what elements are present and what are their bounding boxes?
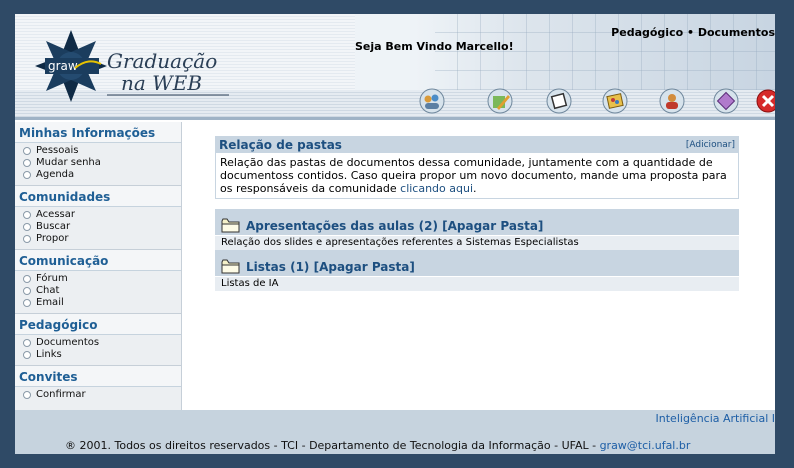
- palette-icon[interactable]: [602, 88, 628, 114]
- header-divider: [15, 117, 775, 120]
- contact-email-link[interactable]: graw@tci.ufal.br: [600, 439, 691, 452]
- sidebar-section-title: Comunicação: [15, 250, 181, 271]
- sidebar-item-label: Agenda: [36, 169, 75, 180]
- sidebar: Minhas Informações Pessoais Mudar senha …: [15, 122, 182, 410]
- sidebar-item-label: Links: [36, 349, 62, 360]
- sidebar-item-acessar[interactable]: Acessar: [23, 209, 181, 221]
- add-folder-link[interactable]: [Adicionar]: [686, 140, 735, 150]
- radio-bullet-icon: [23, 171, 31, 179]
- sidebar-item-label: Chat: [36, 285, 60, 296]
- folder-count: (1): [290, 260, 310, 274]
- copyright: ® 2001. Todos os direitos reservados - T…: [65, 439, 690, 452]
- radio-bullet-icon: [23, 391, 31, 399]
- folder-row[interactable]: Listas (1) [Apagar Pasta]: [215, 250, 739, 276]
- logo[interactable]: graw Graduação na WEB: [29, 24, 239, 104]
- folder-icon: [221, 218, 240, 233]
- logo-text-bottom: na WEB: [121, 71, 202, 95]
- sidebar-item-label: Mudar senha: [36, 157, 101, 168]
- radio-bullet-icon: [23, 235, 31, 243]
- sidebar-item-label: Acessar: [36, 209, 75, 220]
- radio-bullet-icon: [23, 211, 31, 219]
- sidebar-section-title: Minhas Informações: [15, 122, 181, 143]
- sidebar-section-title: Convites: [15, 366, 181, 387]
- sidebar-item-label: Email: [36, 297, 64, 308]
- sidebar-item-pessoais[interactable]: Pessoais: [23, 145, 181, 157]
- copyright-text: ® 2001. Todos os direitos reservados - T…: [65, 439, 600, 452]
- radio-bullet-icon: [23, 147, 31, 155]
- folder-icon: [221, 259, 240, 274]
- sidebar-section-convites: Convites Confirmar: [15, 366, 181, 405]
- logo-badge: graw: [48, 59, 78, 73]
- sidebar-item-propor[interactable]: Propor: [23, 233, 181, 245]
- radio-bullet-icon: [23, 351, 31, 359]
- propose-document-link[interactable]: clicando aqui: [400, 182, 473, 195]
- sidebar-item-label: Pessoais: [36, 145, 79, 156]
- page-frame: graw Graduação na WEB Seja Bem Vindo Mar…: [15, 14, 775, 454]
- delete-folder-link[interactable]: [Apagar Pasta]: [314, 260, 415, 274]
- sidebar-item-label: Confirmar: [36, 389, 86, 400]
- folder-name-link[interactable]: Listas: [246, 260, 286, 274]
- window-icon[interactable]: [546, 88, 572, 114]
- sidebar-item-label: Fórum: [36, 273, 68, 284]
- people-icon[interactable]: [419, 88, 445, 114]
- user-icon[interactable]: [659, 88, 685, 114]
- radio-bullet-icon: [23, 275, 31, 283]
- sidebar-section-comunicacao: Comunicação Fórum Chat Email: [15, 250, 181, 314]
- page-title: Relação de pastas: [219, 137, 342, 152]
- radio-bullet-icon: [23, 159, 31, 167]
- folders-description: Relação das pastas de documentos dessa c…: [215, 153, 739, 199]
- close-icon[interactable]: [755, 88, 775, 114]
- radio-bullet-icon: [23, 223, 31, 231]
- sidebar-item-confirmar[interactable]: Confirmar: [23, 389, 181, 401]
- sidebar-item-label: Propor: [36, 233, 69, 244]
- sidebar-item-chat[interactable]: Chat: [23, 285, 181, 297]
- sidebar-section-title: Pedagógico: [15, 314, 181, 335]
- folder-description: Relação dos slides e apresentações refer…: [215, 235, 739, 250]
- description-suffix: .: [473, 182, 477, 195]
- radio-bullet-icon: [23, 299, 31, 307]
- sidebar-section-pedagogico: Pedagógico Documentos Links: [15, 314, 181, 366]
- radio-bullet-icon: [23, 287, 31, 295]
- sidebar-section-comunidades: Comunidades Acessar Buscar Propor: [15, 186, 181, 250]
- folder-name-link[interactable]: Apresentações das aulas: [246, 219, 414, 233]
- sidebar-section-info: Minhas Informações Pessoais Mudar senha …: [15, 122, 181, 186]
- folder-count: (2): [418, 219, 438, 233]
- sidebar-item-agenda[interactable]: Agenda: [23, 169, 181, 181]
- edit-icon[interactable]: [487, 88, 513, 114]
- folder-row[interactable]: Apresentações das aulas (2) [Apagar Past…: [215, 209, 739, 235]
- sidebar-item-forum[interactable]: Fórum: [23, 273, 181, 285]
- sidebar-item-email[interactable]: Email: [23, 297, 181, 309]
- welcome-message: Seja Bem Vindo Marcello!: [355, 40, 514, 53]
- main-content: Relação de pastas [Adicionar] Relação da…: [215, 136, 739, 291]
- breadcrumb: Pedagógico • Documentos: [611, 26, 775, 39]
- folder-description: Listas de IA: [215, 276, 739, 291]
- community-name: Inteligência Artificial I: [655, 412, 775, 425]
- delete-folder-link[interactable]: [Apagar Pasta]: [442, 219, 543, 233]
- logo-text-top: Graduação: [107, 49, 217, 73]
- sidebar-item-label: Documentos: [36, 337, 100, 348]
- header: graw Graduação na WEB Seja Bem Vindo Mar…: [15, 14, 775, 120]
- sidebar-item-label: Buscar: [36, 221, 71, 232]
- radio-bullet-icon: [23, 339, 31, 347]
- sidebar-item-buscar[interactable]: Buscar: [23, 221, 181, 233]
- folders-header: Relação de pastas [Adicionar]: [215, 136, 739, 153]
- sidebar-item-mudar-senha[interactable]: Mudar senha: [23, 157, 181, 169]
- sidebar-item-documentos[interactable]: Documentos: [23, 337, 181, 349]
- diamond-icon[interactable]: [713, 88, 739, 114]
- sidebar-item-links[interactable]: Links: [23, 349, 181, 361]
- sidebar-section-title: Comunidades: [15, 186, 181, 207]
